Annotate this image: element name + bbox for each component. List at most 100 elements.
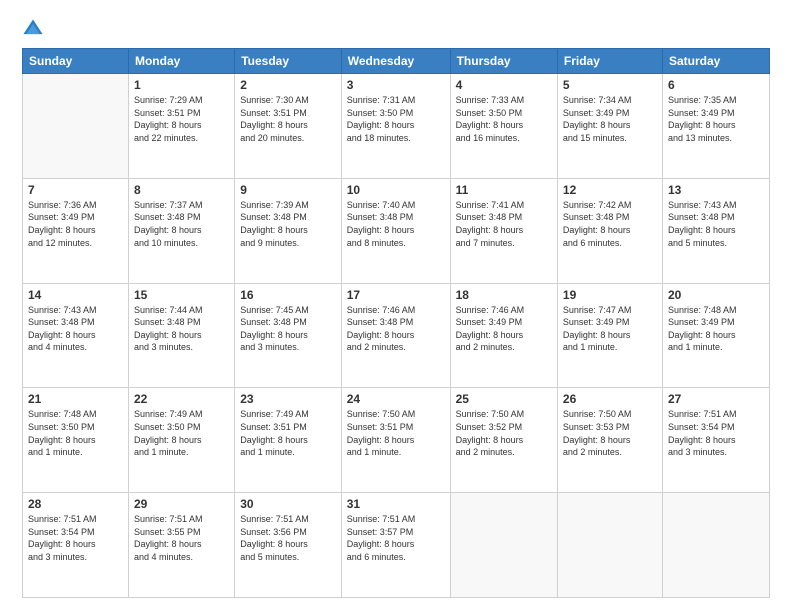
- day-number: 3: [347, 78, 445, 92]
- calendar-header-wednesday: Wednesday: [341, 49, 450, 74]
- day-number: 24: [347, 392, 445, 406]
- calendar-cell: 16 Sunrise: 7:45 AMSunset: 3:48 PMDayligh…: [235, 283, 342, 388]
- day-info: Sunrise: 7:51 AMSunset: 3:55 PMDaylight:…: [134, 513, 229, 563]
- day-info: Sunrise: 7:49 AMSunset: 3:51 PMDaylight:…: [240, 408, 336, 458]
- day-info: Sunrise: 7:34 AMSunset: 3:49 PMDaylight:…: [563, 94, 657, 144]
- day-info: Sunrise: 7:31 AMSunset: 3:50 PMDaylight:…: [347, 94, 445, 144]
- calendar-cell: 14 Sunrise: 7:43 AMSunset: 3:48 PMDayligh…: [23, 283, 129, 388]
- calendar-cell: 11 Sunrise: 7:41 AMSunset: 3:48 PMDayligh…: [450, 178, 557, 283]
- day-number: 2: [240, 78, 336, 92]
- calendar-body: 1Sunrise: 7:29 AMSunset: 3:51 PMDaylight…: [23, 74, 770, 598]
- day-number: 6: [668, 78, 764, 92]
- day-number: 28: [28, 497, 123, 511]
- calendar-cell: 9 Sunrise: 7:39 AMSunset: 3:48 PMDaylight…: [235, 178, 342, 283]
- calendar-cell: 7Sunrise: 7:36 AMSunset: 3:49 PMDaylight…: [23, 178, 129, 283]
- logo-icon: [22, 18, 44, 40]
- day-number: 31: [347, 497, 445, 511]
- day-number: 21: [28, 392, 123, 406]
- calendar-cell: 26 Sunrise: 7:50 AMSunset: 3:53 PMDayligh…: [557, 388, 662, 493]
- day-info: Sunrise: 7:33 AMSunset: 3:50 PMDaylight:…: [456, 94, 552, 144]
- day-info: Sunrise: 7:42 AMSunset: 3:48 PMDaylight:…: [563, 199, 657, 249]
- calendar-week-2: 7Sunrise: 7:36 AMSunset: 3:49 PMDaylight…: [23, 178, 770, 283]
- calendar-cell: 2 Sunrise: 7:30 AMSunset: 3:51 PMDaylight…: [235, 74, 342, 179]
- calendar-table: SundayMondayTuesdayWednesdayThursdayFrid…: [22, 48, 770, 598]
- calendar-header-saturday: Saturday: [662, 49, 769, 74]
- calendar-cell: [662, 493, 769, 598]
- day-info: Sunrise: 7:43 AMSunset: 3:48 PMDaylight:…: [668, 199, 764, 249]
- day-number: 10: [347, 183, 445, 197]
- calendar-cell: 10 Sunrise: 7:40 AMSunset: 3:48 PMDayligh…: [341, 178, 450, 283]
- calendar-cell: 12 Sunrise: 7:42 AMSunset: 3:48 PMDayligh…: [557, 178, 662, 283]
- day-number: 11: [456, 183, 552, 197]
- day-number: 22: [134, 392, 229, 406]
- day-number: 30: [240, 497, 336, 511]
- day-number: 15: [134, 288, 229, 302]
- calendar-cell: 6 Sunrise: 7:35 AMSunset: 3:49 PMDaylight…: [662, 74, 769, 179]
- logo-area: [22, 18, 52, 40]
- day-info: Sunrise: 7:46 AMSunset: 3:49 PMDaylight:…: [456, 304, 552, 354]
- day-info: Sunrise: 7:39 AMSunset: 3:48 PMDaylight:…: [240, 199, 336, 249]
- day-number: 19: [563, 288, 657, 302]
- calendar-cell: 8Sunrise: 7:37 AMSunset: 3:48 PMDaylight…: [128, 178, 234, 283]
- day-number: 18: [456, 288, 552, 302]
- day-info: Sunrise: 7:44 AMSunset: 3:48 PMDaylight:…: [134, 304, 229, 354]
- day-info: Sunrise: 7:50 AMSunset: 3:51 PMDaylight:…: [347, 408, 445, 458]
- calendar-cell: 5 Sunrise: 7:34 AMSunset: 3:49 PMDaylight…: [557, 74, 662, 179]
- day-number: 12: [563, 183, 657, 197]
- calendar-cell: 24 Sunrise: 7:50 AMSunset: 3:51 PMDayligh…: [341, 388, 450, 493]
- day-number: 16: [240, 288, 336, 302]
- day-info: Sunrise: 7:35 AMSunset: 3:49 PMDaylight:…: [668, 94, 764, 144]
- calendar-cell: 20 Sunrise: 7:48 AMSunset: 3:49 PMDayligh…: [662, 283, 769, 388]
- calendar-header-monday: Monday: [128, 49, 234, 74]
- calendar-cell: 27Sunrise: 7:51 AMSunset: 3:54 PMDayligh…: [662, 388, 769, 493]
- calendar-cell: [557, 493, 662, 598]
- day-info: Sunrise: 7:50 AMSunset: 3:53 PMDaylight:…: [563, 408, 657, 458]
- day-number: 7: [28, 183, 123, 197]
- day-info: Sunrise: 7:29 AMSunset: 3:51 PMDaylight:…: [134, 94, 229, 144]
- calendar-week-3: 14 Sunrise: 7:43 AMSunset: 3:48 PMDayligh…: [23, 283, 770, 388]
- day-info: Sunrise: 7:41 AMSunset: 3:48 PMDaylight:…: [456, 199, 552, 249]
- calendar-cell: 13Sunrise: 7:43 AMSunset: 3:48 PMDayligh…: [662, 178, 769, 283]
- day-number: 17: [347, 288, 445, 302]
- calendar-cell: [450, 493, 557, 598]
- calendar-cell: 15 Sunrise: 7:44 AMSunset: 3:48 PMDayligh…: [128, 283, 234, 388]
- calendar-cell: 22 Sunrise: 7:49 AMSunset: 3:50 PMDayligh…: [128, 388, 234, 493]
- calendar-cell: 23Sunrise: 7:49 AMSunset: 3:51 PMDayligh…: [235, 388, 342, 493]
- day-info: Sunrise: 7:46 AMSunset: 3:48 PMDaylight:…: [347, 304, 445, 354]
- calendar-cell: 29 Sunrise: 7:51 AMSunset: 3:55 PMDayligh…: [128, 493, 234, 598]
- calendar-cell: [23, 74, 129, 179]
- day-info: Sunrise: 7:51 AMSunset: 3:57 PMDaylight:…: [347, 513, 445, 563]
- calendar-header-row: SundayMondayTuesdayWednesdayThursdayFrid…: [23, 49, 770, 74]
- calendar-cell: 1Sunrise: 7:29 AMSunset: 3:51 PMDaylight…: [128, 74, 234, 179]
- day-info: Sunrise: 7:40 AMSunset: 3:48 PMDaylight:…: [347, 199, 445, 249]
- day-info: Sunrise: 7:49 AMSunset: 3:50 PMDaylight:…: [134, 408, 229, 458]
- calendar-cell: 18 Sunrise: 7:46 AMSunset: 3:49 PMDayligh…: [450, 283, 557, 388]
- day-info: Sunrise: 7:50 AMSunset: 3:52 PMDaylight:…: [456, 408, 552, 458]
- day-number: 26: [563, 392, 657, 406]
- day-number: 9: [240, 183, 336, 197]
- day-number: 20: [668, 288, 764, 302]
- day-info: Sunrise: 7:43 AMSunset: 3:48 PMDaylight:…: [28, 304, 123, 354]
- day-info: Sunrise: 7:45 AMSunset: 3:48 PMDaylight:…: [240, 304, 336, 354]
- day-number: 29: [134, 497, 229, 511]
- calendar-cell: 4 Sunrise: 7:33 AMSunset: 3:50 PMDaylight…: [450, 74, 557, 179]
- day-info: Sunrise: 7:30 AMSunset: 3:51 PMDaylight:…: [240, 94, 336, 144]
- day-number: 4: [456, 78, 552, 92]
- calendar-week-5: 28 Sunrise: 7:51 AMSunset: 3:54 PMDayligh…: [23, 493, 770, 598]
- calendar-header-tuesday: Tuesday: [235, 49, 342, 74]
- day-info: Sunrise: 7:51 AMSunset: 3:54 PMDaylight:…: [668, 408, 764, 458]
- day-info: Sunrise: 7:51 AMSunset: 3:56 PMDaylight:…: [240, 513, 336, 563]
- calendar-cell: 25 Sunrise: 7:50 AMSunset: 3:52 PMDayligh…: [450, 388, 557, 493]
- logo-text: [22, 18, 52, 40]
- day-info: Sunrise: 7:51 AMSunset: 3:54 PMDaylight:…: [28, 513, 123, 563]
- calendar-header-sunday: Sunday: [23, 49, 129, 74]
- calendar-header-friday: Friday: [557, 49, 662, 74]
- day-number: 25: [456, 392, 552, 406]
- calendar-cell: 30 Sunrise: 7:51 AMSunset: 3:56 PMDayligh…: [235, 493, 342, 598]
- calendar-cell: 31 Sunrise: 7:51 AMSunset: 3:57 PMDayligh…: [341, 493, 450, 598]
- day-number: 5: [563, 78, 657, 92]
- day-info: Sunrise: 7:48 AMSunset: 3:49 PMDaylight:…: [668, 304, 764, 354]
- calendar-cell: 19Sunrise: 7:47 AMSunset: 3:49 PMDayligh…: [557, 283, 662, 388]
- day-number: 14: [28, 288, 123, 302]
- calendar-cell: 21Sunrise: 7:48 AMSunset: 3:50 PMDayligh…: [23, 388, 129, 493]
